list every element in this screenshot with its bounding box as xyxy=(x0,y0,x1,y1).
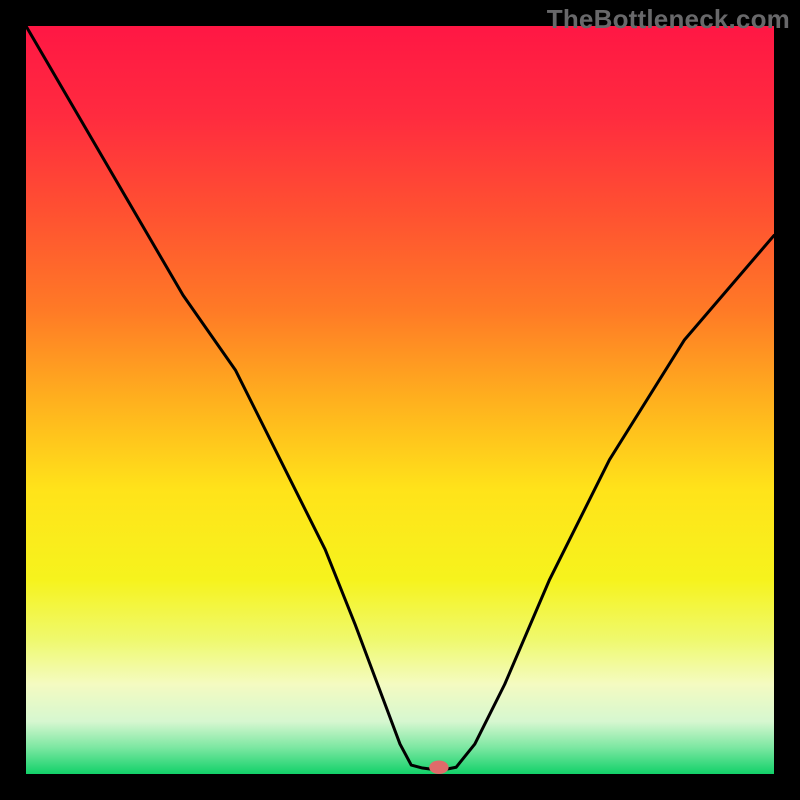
chart-svg xyxy=(26,26,774,774)
chart-plot-area xyxy=(26,26,774,774)
chart-frame: TheBottleneck.com xyxy=(0,0,800,800)
watermark-text: TheBottleneck.com xyxy=(547,4,790,35)
chart-background-gradient xyxy=(26,26,774,774)
optimal-point-marker xyxy=(429,761,448,774)
